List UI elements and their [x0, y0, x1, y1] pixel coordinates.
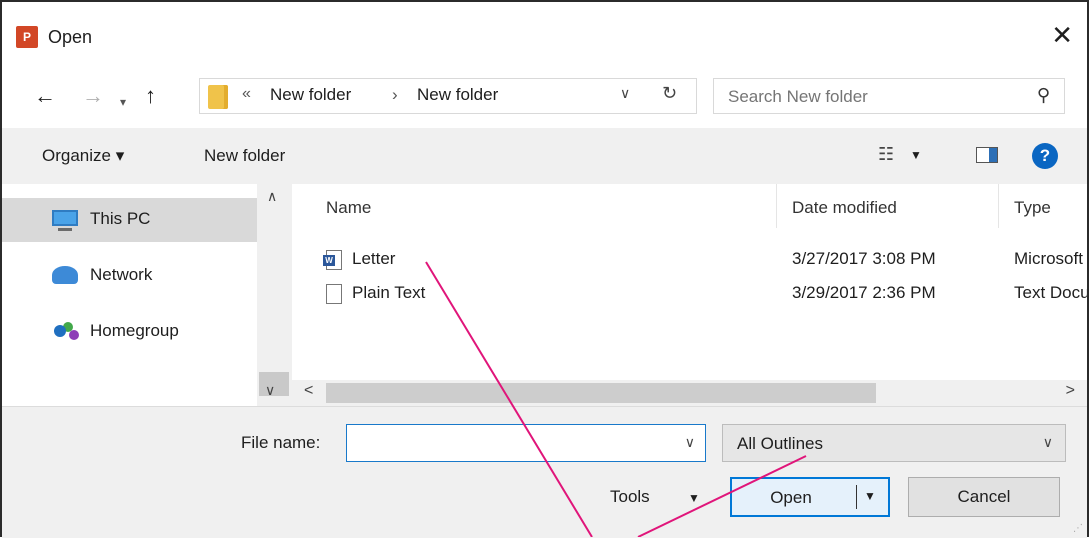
scroll-right-icon[interactable]: > — [1066, 382, 1075, 400]
file-row-letter[interactable]: Letter 3/27/2017 3:08 PM Microsoft — [292, 244, 1087, 278]
word-doc-icon — [323, 250, 342, 270]
close-icon: ✕ — [1051, 20, 1073, 50]
back-button[interactable]: ← — [34, 82, 56, 110]
new-folder-button[interactable]: New folder — [204, 146, 285, 166]
address-bar[interactable]: « New folder › New folder ∨ ↻ — [199, 78, 697, 114]
search-icon[interactable]: ⚲ — [1037, 85, 1050, 106]
chevron-down-icon: ∨ — [620, 85, 631, 101]
scroll-up-icon[interactable]: ∧ — [267, 188, 277, 205]
sidebar-item-this-pc[interactable]: This PC — [2, 198, 257, 242]
command-bar: Organize ▾ New folder ☷ ▼ ? — [2, 128, 1087, 184]
open-options-dropdown-icon[interactable]: ▼ — [864, 489, 876, 503]
file-name-combobox[interactable]: ∨ — [346, 424, 706, 463]
resize-grip-icon[interactable]: ⋰ — [1073, 523, 1083, 534]
forward-arrow-icon: → — [82, 83, 104, 108]
recent-locations-button[interactable]: ▾ — [120, 88, 126, 116]
cancel-button[interactable]: Cancel — [908, 477, 1060, 517]
file-name: Letter — [352, 249, 396, 268]
open-button[interactable]: Open ▼ — [730, 477, 890, 517]
address-dropdown-button[interactable]: ∨ — [620, 85, 630, 102]
organize-button[interactable]: Organize ▾ — [42, 146, 124, 166]
text-doc-icon — [326, 284, 342, 304]
column-divider[interactable] — [998, 184, 999, 228]
dialog-title: Open — [48, 27, 93, 47]
help-icon[interactable]: ? — [1032, 143, 1058, 169]
network-icon — [52, 266, 78, 284]
sidebar-item-network[interactable]: Network — [2, 254, 257, 298]
powerpoint-app-icon: P — [16, 26, 38, 48]
sidebar-item-homegroup[interactable]: Homegroup — [2, 310, 257, 354]
search-box[interactable]: ⚲ — [713, 78, 1065, 115]
column-divider[interactable] — [776, 184, 777, 228]
tools-dropdown-icon[interactable]: ▼ — [688, 491, 700, 505]
breadcrumb-item[interactable]: New folder — [270, 85, 351, 105]
dialog-footer: File name: ∨ All Outlines ∨ Tools ▼ Open… — [2, 406, 1087, 538]
sidebar-item-label: Network — [90, 265, 153, 284]
column-header-type[interactable]: Type — [1014, 198, 1051, 218]
sort-ascending-icon: ^ — [538, 184, 546, 193]
column-header-name[interactable]: Name — [326, 198, 371, 218]
sidebar-item-label: Homegroup — [90, 321, 179, 340]
monitor-icon — [52, 210, 78, 231]
close-button[interactable]: ✕ — [1051, 20, 1073, 50]
change-view-icon[interactable]: ☷ — [878, 144, 894, 165]
file-type-filter-select[interactable]: All Outlines ∨ — [722, 424, 1066, 462]
file-row-plain-text[interactable]: Plain Text 3/29/2017 2:36 PM Text Docu — [292, 278, 1087, 312]
preview-pane-icon[interactable] — [976, 147, 998, 163]
file-type: Microsoft — [1014, 249, 1083, 268]
scroll-down-icon[interactable]: ∨ — [265, 382, 275, 399]
file-list-horizontal-scrollbar[interactable]: < > — [292, 380, 1087, 406]
file-name-label: File name: — [241, 433, 321, 452]
breadcrumb-item[interactable]: New folder — [417, 85, 498, 105]
title-bar: P Open ✕ — [2, 2, 1087, 72]
up-arrow-icon: ↑ — [145, 83, 156, 108]
folder-icon — [208, 85, 228, 109]
open-button-label: Open — [770, 488, 812, 507]
up-button[interactable]: ↑ — [145, 82, 156, 110]
breadcrumb-overflow[interactable]: « — [242, 85, 251, 103]
file-list: ^ Name Date modified Type Letter 3/27/20… — [292, 184, 1087, 380]
navigation-pane: This PC Network Homegroup — [2, 184, 292, 406]
refresh-button[interactable]: ↻ — [662, 83, 677, 104]
scroll-left-icon[interactable]: < — [304, 382, 313, 400]
file-name: Plain Text — [352, 283, 426, 302]
chevron-down-icon: ∨ — [1042, 434, 1053, 450]
refresh-icon: ↻ — [662, 83, 678, 103]
view-options-button[interactable]: ▼ — [910, 148, 922, 162]
split-divider — [856, 485, 857, 509]
homegroup-icon — [54, 325, 66, 337]
scrollbar-thumb[interactable] — [326, 383, 876, 403]
forward-button[interactable]: → — [82, 82, 104, 110]
back-arrow-icon: ← — [34, 83, 56, 108]
open-dialog: P Open ✕ ← → ▾ ↑ « New folder › New fold… — [0, 0, 1089, 538]
file-date-modified: 3/27/2017 3:08 PM — [792, 249, 936, 268]
tools-button[interactable]: Tools — [610, 487, 650, 507]
file-type: Text Docu — [1014, 283, 1087, 302]
navigation-pane-scrollbar[interactable]: ∧ ∨ — [257, 184, 292, 406]
sidebar-item-label: This PC — [90, 209, 151, 228]
file-name-input[interactable] — [347, 425, 679, 463]
file-type-filter-value: All Outlines — [737, 434, 823, 453]
chevron-down-icon: ▾ — [120, 95, 127, 109]
chevron-down-icon[interactable]: ∨ — [685, 434, 695, 451]
search-input[interactable] — [714, 79, 1040, 115]
breadcrumb-separator[interactable]: › — [392, 85, 398, 105]
column-header-date-modified[interactable]: Date modified — [792, 198, 897, 218]
file-date-modified: 3/29/2017 2:36 PM — [792, 283, 936, 302]
